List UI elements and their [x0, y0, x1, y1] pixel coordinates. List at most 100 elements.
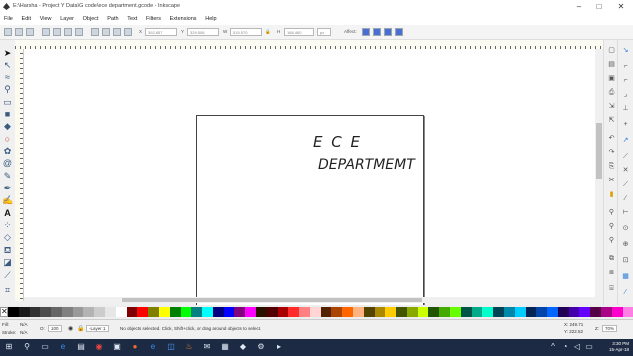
- zoom-selection-icon[interactable]: ⚲: [607, 208, 616, 217]
- color-swatch[interactable]: [622, 307, 633, 317]
- pencil-tool-icon[interactable]: ✎: [2, 171, 13, 182]
- select-all-icon[interactable]: [4, 28, 12, 36]
- scale-stroke-icon[interactable]: [362, 28, 370, 36]
- tray-chevron-icon[interactable]: ^: [548, 342, 558, 352]
- color-swatch[interactable]: [288, 307, 300, 317]
- color-swatch[interactable]: [29, 307, 41, 317]
- stroke-value[interactable]: N/A: [20, 330, 28, 335]
- 3d-box-tool-icon[interactable]: ◆: [2, 121, 13, 132]
- snap-intersection-icon[interactable]: ✕: [621, 166, 630, 175]
- color-swatch[interactable]: [234, 307, 246, 317]
- mail-app-icon[interactable]: ✉: [202, 342, 212, 352]
- snap-grid-icon[interactable]: ▦: [621, 272, 630, 281]
- color-swatch[interactable]: [417, 307, 429, 317]
- duplicate-icon[interactable]: ⧉: [607, 254, 616, 263]
- snap-smooth-icon[interactable]: ∕: [621, 194, 630, 203]
- fill-value[interactable]: N/A: [20, 322, 28, 327]
- color-swatch[interactable]: [579, 307, 591, 317]
- move-gradients-icon[interactable]: [384, 28, 392, 36]
- color-swatch[interactable]: [212, 307, 224, 317]
- color-swatch[interactable]: [202, 307, 213, 317]
- tweak-tool-icon[interactable]: ≈: [2, 72, 13, 83]
- y-input[interactable]: 329.508: [187, 28, 219, 36]
- import-icon[interactable]: ⇲: [607, 102, 616, 111]
- measure-tool-icon[interactable]: ▭: [2, 97, 13, 108]
- menu-help[interactable]: Help: [205, 14, 216, 25]
- menu-layer[interactable]: Layer: [60, 14, 74, 25]
- color-swatch[interactable]: [493, 307, 504, 317]
- color-swatch[interactable]: [223, 307, 235, 317]
- color-swatch[interactable]: [277, 307, 289, 317]
- menu-path[interactable]: Path: [107, 14, 118, 25]
- firefox-icon[interactable]: ●: [130, 342, 140, 352]
- color-swatch[interactable]: [514, 307, 526, 317]
- horizontal-scroll-thumb[interactable]: [122, 298, 422, 302]
- x-input[interactable]: 392.857: [145, 28, 177, 36]
- gradient-tool-icon[interactable]: ◪: [2, 257, 13, 268]
- snap-cusp-icon[interactable]: ⟋: [621, 180, 630, 189]
- vertical-scrollbar[interactable]: [595, 49, 603, 297]
- copy-icon[interactable]: ⎘: [607, 162, 616, 171]
- bucket-tool-icon[interactable]: ⛾: [2, 245, 13, 256]
- chrome-icon[interactable]: ◉: [94, 342, 104, 352]
- taskbar-clock[interactable]: 3:30 PM 15-Apr-18: [609, 341, 629, 353]
- ie-browser-icon[interactable]: e: [148, 342, 158, 352]
- h-input[interactable]: 168.460: [284, 28, 314, 36]
- lock-layer-icon[interactable]: 🔒: [77, 325, 84, 332]
- node-tool-icon[interactable]: ↖: [2, 60, 13, 71]
- spiral-tool-icon[interactable]: @: [2, 158, 13, 169]
- settings-app-icon[interactable]: ⚙: [256, 342, 266, 352]
- open-icon[interactable]: ▤: [607, 60, 616, 69]
- volume-icon[interactable]: ◁: [572, 342, 582, 352]
- color-swatch[interactable]: [331, 307, 343, 317]
- menu-filters[interactable]: Filters: [146, 14, 161, 25]
- menu-file[interactable]: File: [4, 14, 13, 25]
- redo-icon[interactable]: ↷: [607, 148, 616, 157]
- w-input[interactable]: 515.570: [230, 28, 262, 36]
- rotate-ccw-icon[interactable]: [42, 28, 50, 36]
- snap-bbox-edge-icon[interactable]: ⌐: [621, 76, 630, 85]
- snap-bbox-center-icon[interactable]: +: [621, 120, 630, 129]
- media-player-icon[interactable]: ▸: [274, 342, 284, 352]
- store-app-icon[interactable]: ◫: [166, 342, 176, 352]
- color-swatch[interactable]: [450, 307, 461, 317]
- dropper-tool-icon[interactable]: ⟋: [2, 270, 13, 281]
- color-swatch[interactable]: [309, 307, 321, 317]
- color-swatch[interactable]: [8, 307, 19, 317]
- color-swatch[interactable]: [374, 307, 386, 317]
- color-swatch[interactable]: [611, 307, 623, 317]
- network-icon[interactable]: ◔: [560, 342, 570, 352]
- zoom-page-icon[interactable]: ⚲: [607, 236, 616, 245]
- rectangle-tool-icon[interactable]: ■: [2, 109, 13, 120]
- scale-corners-icon[interactable]: [373, 28, 381, 36]
- paste-icon[interactable]: ▮: [607, 190, 616, 199]
- color-swatch[interactable]: [105, 307, 116, 317]
- text-tool-icon[interactable]: A: [2, 208, 13, 219]
- raise-to-top-icon[interactable]: [91, 28, 99, 36]
- color-swatch[interactable]: [503, 307, 515, 317]
- edge-browser-icon[interactable]: e: [58, 342, 68, 352]
- color-swatch[interactable]: [266, 307, 278, 317]
- cut-icon[interactable]: ✂: [607, 176, 616, 185]
- file-explorer-icon[interactable]: ▤: [76, 342, 86, 352]
- new-document-icon[interactable]: ▢: [607, 46, 616, 55]
- color-swatch[interactable]: [525, 307, 537, 317]
- minimize-button[interactable]: –: [570, 2, 588, 12]
- pen-tool-icon[interactable]: ✒: [2, 183, 13, 194]
- export-icon[interactable]: ⇱: [607, 116, 616, 125]
- menu-text[interactable]: Text: [127, 14, 137, 25]
- star-tool-icon[interactable]: ✿: [2, 146, 13, 157]
- flip-horizontal-icon[interactable]: [64, 28, 72, 36]
- maximize-button[interactable]: □: [590, 2, 608, 12]
- raise-icon[interactable]: [102, 28, 110, 36]
- menu-object[interactable]: Object: [83, 14, 99, 25]
- color-swatch[interactable]: [482, 307, 494, 317]
- color-swatch[interactable]: [137, 307, 149, 317]
- clone-icon[interactable]: ⧈: [607, 268, 616, 277]
- eye-icon[interactable]: ◉: [68, 325, 73, 332]
- selector-tool-icon[interactable]: ➤: [2, 48, 13, 59]
- lower-icon[interactable]: [113, 28, 121, 36]
- color-swatch[interactable]: [40, 307, 52, 317]
- close-button[interactable]: ✕: [612, 2, 630, 12]
- xml-editor-icon[interactable]: ⌸: [607, 284, 616, 293]
